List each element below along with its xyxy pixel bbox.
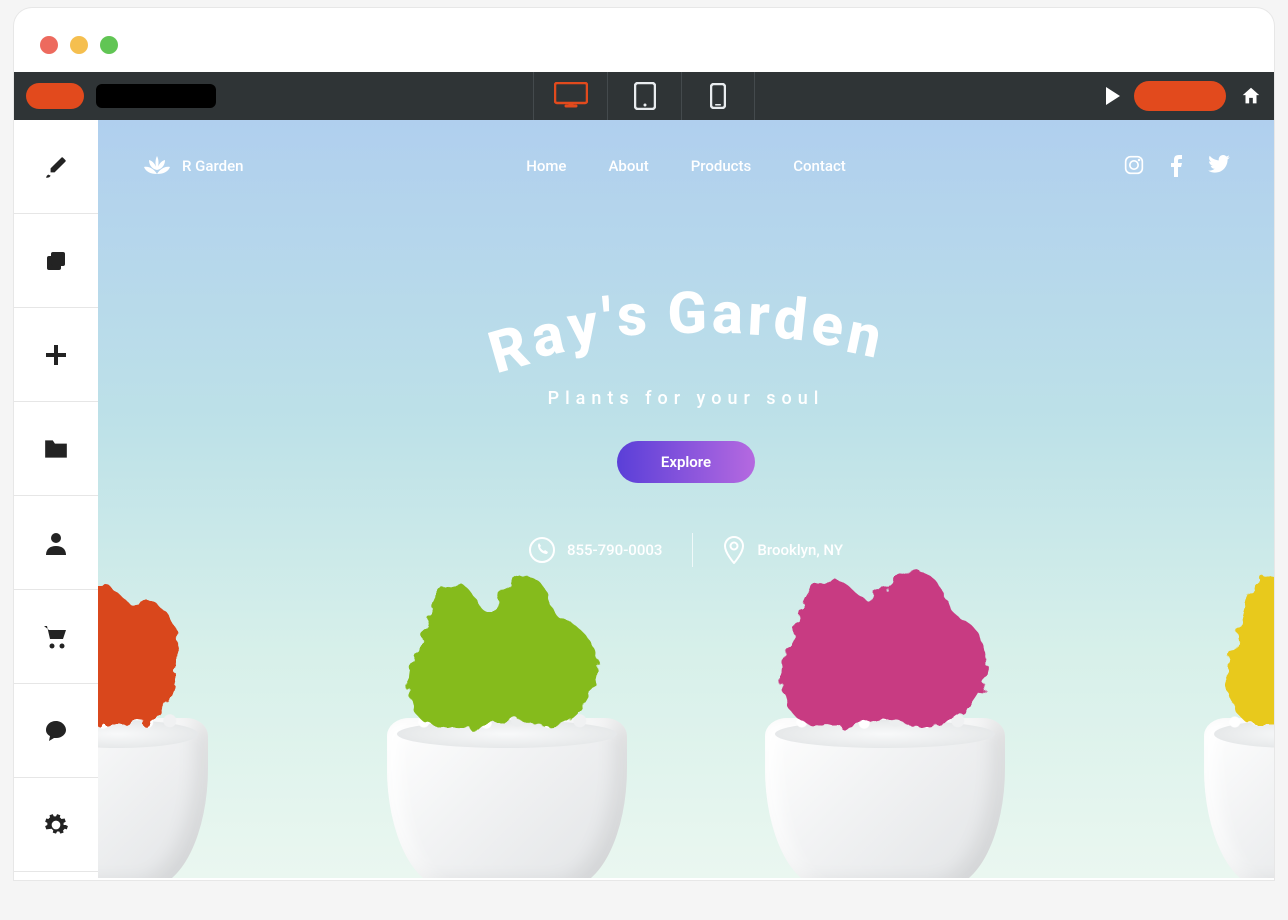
nav-links: Home About Products Contact: [526, 157, 846, 175]
nav-products[interactable]: Products: [691, 157, 752, 175]
minimize-window-dot[interactable]: [70, 36, 88, 54]
hero-section: Ray's Garden Plants for your soul Explor…: [98, 288, 1274, 567]
plus-icon: [44, 343, 68, 367]
phone-device-button[interactable]: [681, 72, 755, 120]
social-links: [1124, 155, 1230, 177]
plant-yellow: [1204, 564, 1274, 878]
site-navbar: R Garden Home About Products Contact: [98, 120, 1274, 178]
sidebar-media-button[interactable]: [14, 402, 98, 496]
left-sidebar: [14, 120, 98, 878]
publish-button[interactable]: [1134, 81, 1226, 111]
hero-subtitle[interactable]: Plants for your soul: [98, 388, 1274, 409]
toolbar-title-chip[interactable]: [96, 84, 216, 108]
facebook-icon[interactable]: [1170, 155, 1182, 177]
sidebar-store-button[interactable]: [14, 590, 98, 684]
cart-icon: [43, 625, 69, 649]
nav-about[interactable]: About: [608, 157, 648, 175]
editor-toolbar: [14, 72, 1274, 120]
folder-icon: [43, 438, 69, 460]
editor-main: R Garden Home About Products Contact Ray…: [14, 120, 1274, 878]
preview-play-button[interactable]: [1106, 87, 1120, 105]
home-icon: [1240, 85, 1262, 107]
toolbar-badge[interactable]: [26, 83, 84, 109]
home-button[interactable]: [1240, 85, 1262, 107]
plants-row: [98, 548, 1274, 878]
plant-orange: [98, 574, 208, 878]
sidebar-chat-button[interactable]: [14, 684, 98, 778]
lotus-icon: [142, 154, 172, 178]
toolbar-right: [1106, 81, 1262, 111]
sidebar-pages-button[interactable]: [14, 214, 98, 308]
site-brand[interactable]: R Garden: [142, 154, 243, 178]
phone-icon: [710, 83, 726, 109]
person-icon: [45, 531, 67, 555]
device-switcher: [533, 72, 755, 120]
brush-icon: [43, 154, 69, 180]
twitter-icon[interactable]: [1208, 155, 1230, 173]
browser-window: R Garden Home About Products Contact Ray…: [14, 8, 1274, 880]
nav-home[interactable]: Home: [526, 157, 566, 175]
nav-contact[interactable]: Contact: [793, 157, 846, 175]
instagram-icon[interactable]: [1124, 155, 1144, 175]
desktop-device-button[interactable]: [533, 72, 607, 120]
close-window-dot[interactable]: [40, 36, 58, 54]
tablet-icon: [634, 82, 656, 110]
gear-icon: [43, 812, 69, 838]
plant-pink: [765, 559, 1005, 878]
site-preview-canvas[interactable]: R Garden Home About Products Contact Ray…: [98, 120, 1274, 878]
sidebar-design-button[interactable]: [14, 120, 98, 214]
tablet-device-button[interactable]: [607, 72, 681, 120]
maximize-window-dot[interactable]: [100, 36, 118, 54]
sidebar-settings-button[interactable]: [14, 778, 98, 872]
layers-icon: [44, 249, 68, 273]
desktop-icon: [554, 82, 588, 110]
window-controls: [14, 8, 1274, 72]
plant-green: [387, 564, 627, 878]
sidebar-add-button[interactable]: [14, 308, 98, 402]
hero-title[interactable]: Ray's Garden: [98, 288, 1274, 356]
brand-text: R Garden: [182, 157, 243, 175]
sidebar-account-button[interactable]: [14, 496, 98, 590]
explore-button[interactable]: Explore: [617, 441, 755, 483]
chat-icon: [44, 719, 68, 743]
